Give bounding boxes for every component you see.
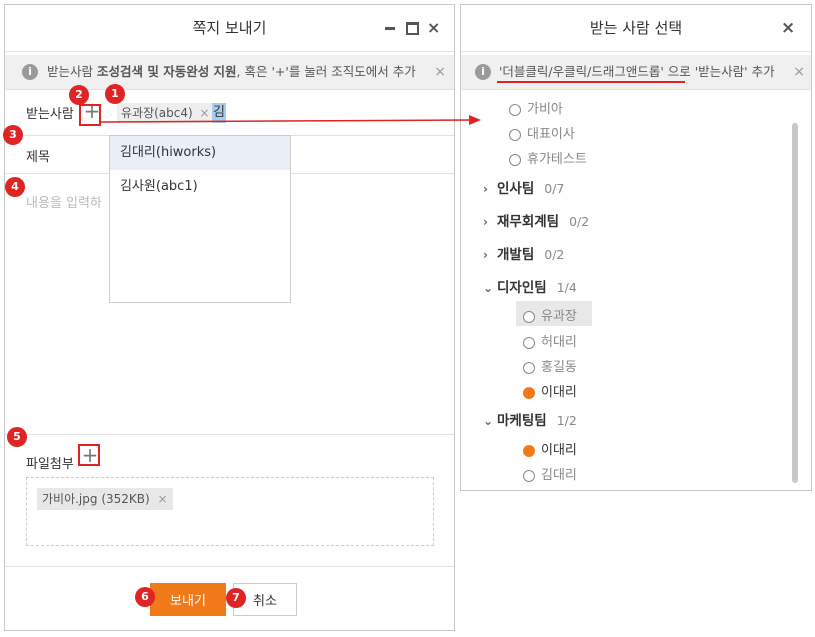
suggestion-label: 김사원(abc1) [120, 179, 198, 194]
annotation-badge: 6 [135, 587, 155, 607]
annotation-badge: 2 [69, 85, 89, 105]
suggestion-item[interactable]: 김대리(hiworks) [110, 136, 290, 170]
suggestion-item[interactable]: 김사원(abc1) [110, 170, 290, 204]
annotation-badge: 3 [3, 125, 23, 145]
suggestion-label: 김대리(hiworks) [120, 145, 217, 160]
autocomplete-dropdown: 김대리(hiworks) 김사원(abc1) [109, 135, 291, 303]
annotation-badge: 4 [5, 177, 25, 197]
annotation-badge: 5 [7, 427, 27, 447]
annotation-badge: 1 [105, 84, 125, 104]
annotation-badge: 7 [226, 588, 246, 608]
